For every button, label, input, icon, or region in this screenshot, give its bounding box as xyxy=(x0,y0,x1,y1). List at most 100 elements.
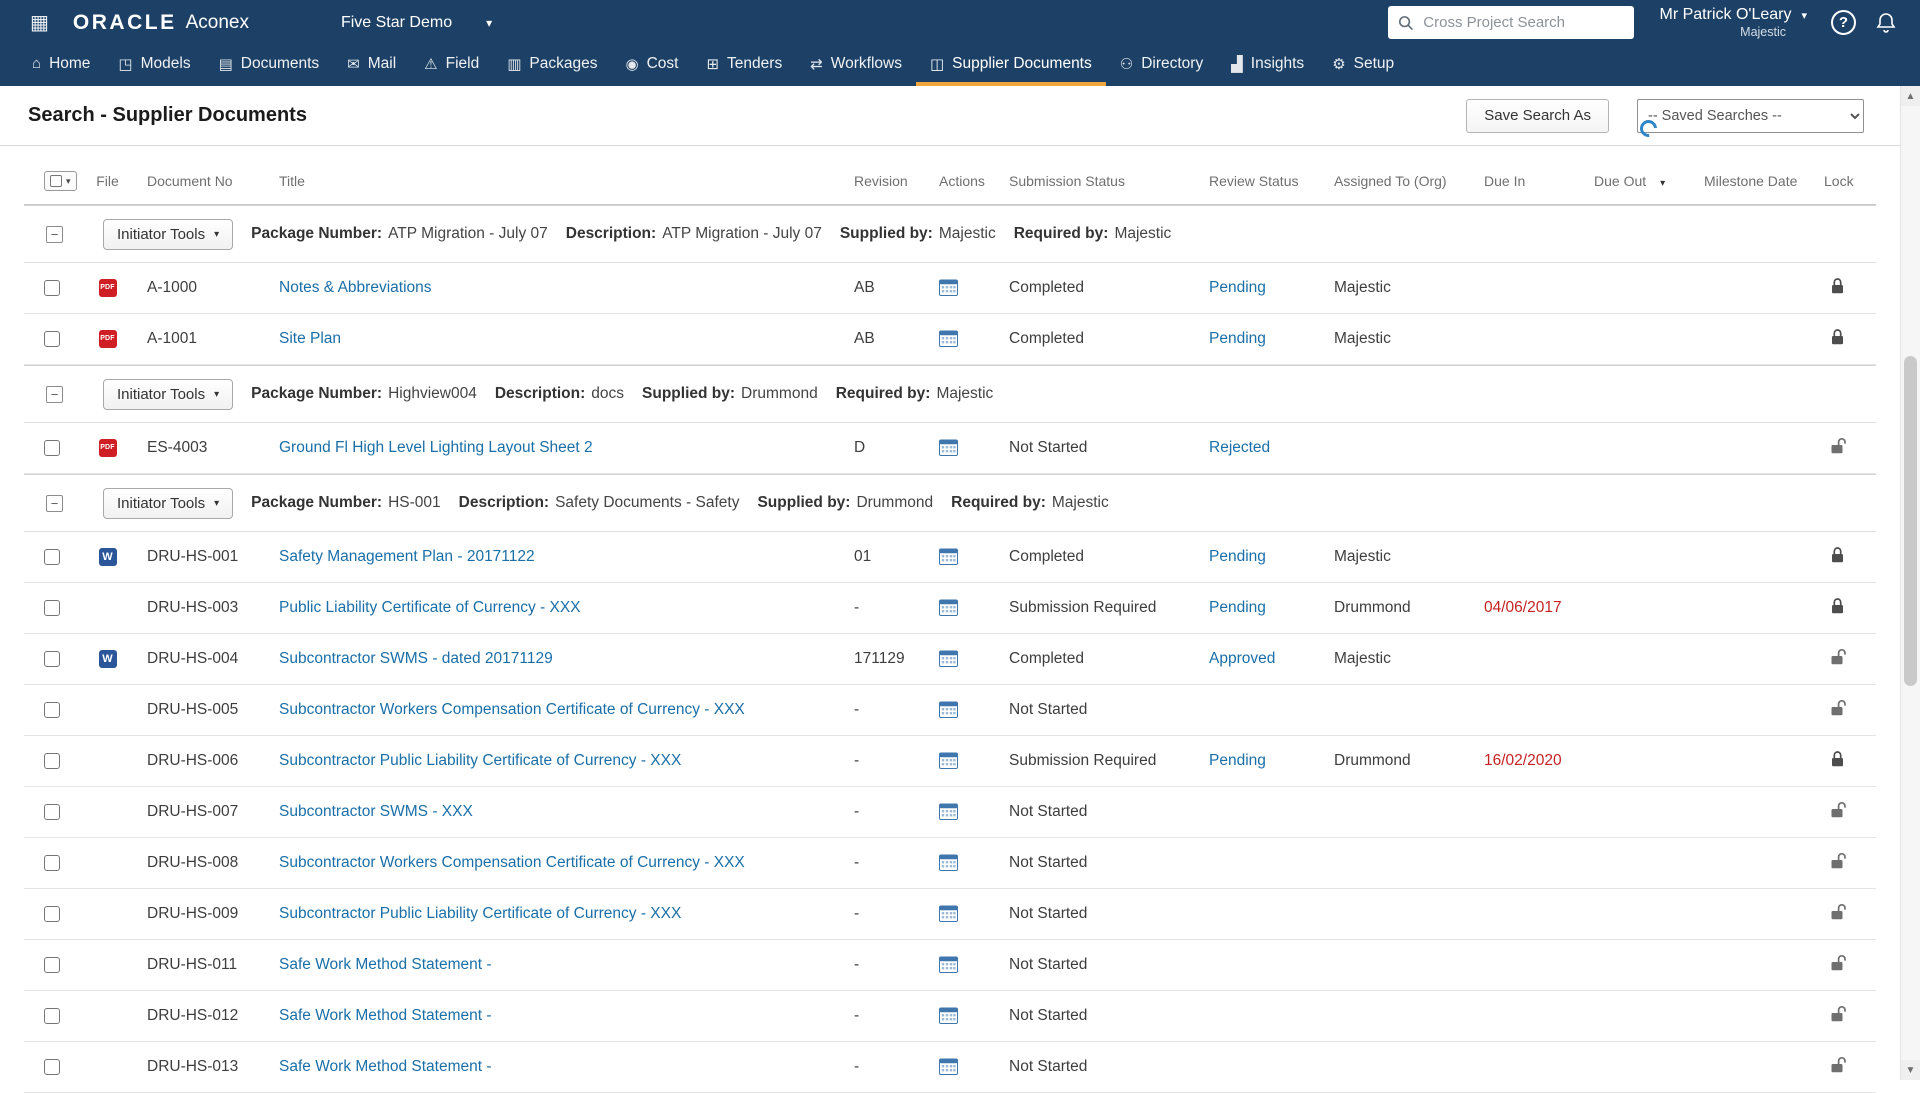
scroll-up-button[interactable]: ▲ xyxy=(1901,86,1920,106)
document-title-link[interactable]: Subcontractor SWMS - dated 20171129 xyxy=(279,650,553,667)
nav-item-cost[interactable]: ◉Cost xyxy=(612,45,693,86)
column-header-actions[interactable]: Actions xyxy=(931,173,1001,189)
table-row[interactable]: DRU-HS-005Subcontractor Workers Compensa… xyxy=(24,685,1876,736)
vertical-scrollbar[interactable]: ▲ ▼ xyxy=(1900,86,1920,1080)
notification-bell-icon[interactable] xyxy=(1876,12,1896,34)
row-checkbox[interactable] xyxy=(44,280,60,296)
calendar-action-icon[interactable] xyxy=(939,1007,958,1024)
column-header-review-status[interactable]: Review Status xyxy=(1201,173,1326,189)
row-checkbox[interactable] xyxy=(44,440,60,456)
document-title-link[interactable]: Safe Work Method Statement - xyxy=(279,956,492,973)
lock-open-icon[interactable] xyxy=(1830,852,1847,870)
calendar-action-icon[interactable] xyxy=(939,650,958,667)
lock-closed-icon[interactable] xyxy=(1830,597,1845,615)
document-title-link[interactable]: Notes & Abbreviations xyxy=(279,279,432,296)
nav-item-home[interactable]: ⌂Home xyxy=(18,45,104,86)
nav-item-supplier-documents[interactable]: ◫Supplier Documents xyxy=(916,45,1106,86)
table-row[interactable]: DRU-HS-011Safe Work Method Statement --N… xyxy=(24,940,1876,991)
row-checkbox[interactable] xyxy=(44,957,60,973)
table-row[interactable]: PDFA-1000Notes & AbbreviationsABComplete… xyxy=(24,263,1876,314)
document-title-link[interactable]: Site Plan xyxy=(279,330,341,347)
lock-open-icon[interactable] xyxy=(1830,903,1847,921)
word-file-icon[interactable]: W xyxy=(99,548,117,566)
table-row[interactable]: DRU-HS-012Safe Work Method Statement --N… xyxy=(24,991,1876,1042)
initiator-tools-button[interactable]: Initiator Tools▾ xyxy=(103,379,233,410)
review-status-link[interactable]: Pending xyxy=(1209,599,1266,616)
row-checkbox[interactable] xyxy=(44,331,60,347)
user-menu[interactable]: Mr Patrick O'Leary ▾ Majestic xyxy=(1660,6,1808,39)
lock-open-icon[interactable] xyxy=(1830,954,1847,972)
initiator-tools-button[interactable]: Initiator Tools▾ xyxy=(103,488,233,519)
column-header-due-in[interactable]: Due In xyxy=(1476,173,1586,189)
saved-searches-select[interactable]: -- Saved Searches -- xyxy=(1637,99,1864,133)
scrollbar-thumb[interactable] xyxy=(1904,356,1917,686)
document-title-link[interactable]: Subcontractor Public Liability Certifica… xyxy=(279,752,681,769)
row-checkbox[interactable] xyxy=(44,549,60,565)
document-title-link[interactable]: Safety Management Plan - 20171122 xyxy=(279,548,535,565)
collapse-group-button[interactable]: − xyxy=(46,386,63,403)
collapse-group-button[interactable]: − xyxy=(46,226,63,243)
calendar-action-icon[interactable] xyxy=(939,1058,958,1075)
app-launcher-icon[interactable]: ▦ xyxy=(30,10,49,35)
document-title-link[interactable]: Safe Work Method Statement - xyxy=(279,1058,492,1075)
cross-project-search[interactable] xyxy=(1388,6,1634,39)
table-row[interactable]: DRU-HS-007Subcontractor SWMS - XXX-Not S… xyxy=(24,787,1876,838)
calendar-action-icon[interactable] xyxy=(939,956,958,973)
document-title-link[interactable]: Ground Fl High Level Lighting Layout She… xyxy=(279,439,593,456)
review-status-link[interactable]: Pending xyxy=(1209,330,1266,347)
calendar-action-icon[interactable] xyxy=(939,548,958,565)
calendar-action-icon[interactable] xyxy=(939,439,958,456)
select-all-checkbox[interactable] xyxy=(50,175,62,187)
nav-item-tenders[interactable]: ⊞Tenders xyxy=(692,45,796,86)
calendar-action-icon[interactable] xyxy=(939,279,958,296)
nav-item-setup[interactable]: ⚙Setup xyxy=(1318,45,1408,86)
calendar-action-icon[interactable] xyxy=(939,701,958,718)
row-checkbox[interactable] xyxy=(44,855,60,871)
package-number-link[interactable]: Highview004 xyxy=(388,385,477,402)
nav-item-insights[interactable]: ▟Insights xyxy=(1217,45,1318,86)
review-status-link[interactable]: Pending xyxy=(1209,548,1266,565)
row-checkbox[interactable] xyxy=(44,600,60,616)
row-checkbox[interactable] xyxy=(44,906,60,922)
pdf-file-icon[interactable]: PDF xyxy=(99,439,117,457)
pdf-file-icon[interactable]: PDF xyxy=(99,279,117,297)
column-header-due-out[interactable]: Due Out▾ xyxy=(1586,173,1696,189)
nav-item-documents[interactable]: ▤Documents xyxy=(205,45,334,86)
word-file-icon[interactable]: W xyxy=(99,650,117,668)
lock-closed-icon[interactable] xyxy=(1830,750,1845,768)
nav-item-packages[interactable]: ▥Packages xyxy=(493,45,611,86)
document-title-link[interactable]: Subcontractor Public Liability Certifica… xyxy=(279,905,681,922)
initiator-tools-button[interactable]: Initiator Tools▾ xyxy=(103,219,233,250)
nav-item-models[interactable]: ◳Models xyxy=(104,45,204,86)
nav-item-field[interactable]: ⚠Field xyxy=(410,45,493,86)
nav-item-workflows[interactable]: ⇄Workflows xyxy=(796,45,916,86)
column-header-title[interactable]: Title xyxy=(275,173,846,189)
row-checkbox[interactable] xyxy=(44,753,60,769)
column-header-document-no[interactable]: Document No xyxy=(135,173,275,189)
table-row[interactable]: PDFES-4003Ground Fl High Level Lighting … xyxy=(24,423,1876,474)
row-checkbox[interactable] xyxy=(44,651,60,667)
column-header-milestone-date[interactable]: Milestone Date xyxy=(1696,173,1816,189)
row-checkbox[interactable] xyxy=(44,1059,60,1075)
lock-closed-icon[interactable] xyxy=(1830,328,1845,346)
pdf-file-icon[interactable]: PDF xyxy=(99,330,117,348)
table-row[interactable]: WDRU-HS-004Subcontractor SWMS - dated 20… xyxy=(24,634,1876,685)
help-icon[interactable]: ? xyxy=(1831,10,1856,35)
calendar-action-icon[interactable] xyxy=(939,330,958,347)
lock-closed-icon[interactable] xyxy=(1830,546,1845,564)
lock-open-icon[interactable] xyxy=(1830,699,1847,717)
calendar-action-icon[interactable] xyxy=(939,599,958,616)
column-header-submission-status[interactable]: Submission Status xyxy=(1001,173,1201,189)
lock-open-icon[interactable] xyxy=(1830,1056,1847,1074)
select-all-control[interactable]: ▾ xyxy=(44,171,77,191)
document-title-link[interactable]: Subcontractor Workers Compensation Certi… xyxy=(279,701,745,718)
nav-item-directory[interactable]: ⚇Directory xyxy=(1106,45,1217,86)
document-title-link[interactable]: Subcontractor SWMS - XXX xyxy=(279,803,473,820)
row-checkbox[interactable] xyxy=(44,1008,60,1024)
package-number-link[interactable]: HS-001 xyxy=(388,494,441,511)
row-checkbox[interactable] xyxy=(44,702,60,718)
table-row[interactable]: PDFA-1001Site PlanABCompletedPendingMaje… xyxy=(24,314,1876,365)
calendar-action-icon[interactable] xyxy=(939,752,958,769)
calendar-action-icon[interactable] xyxy=(939,803,958,820)
lock-closed-icon[interactable] xyxy=(1830,277,1845,295)
